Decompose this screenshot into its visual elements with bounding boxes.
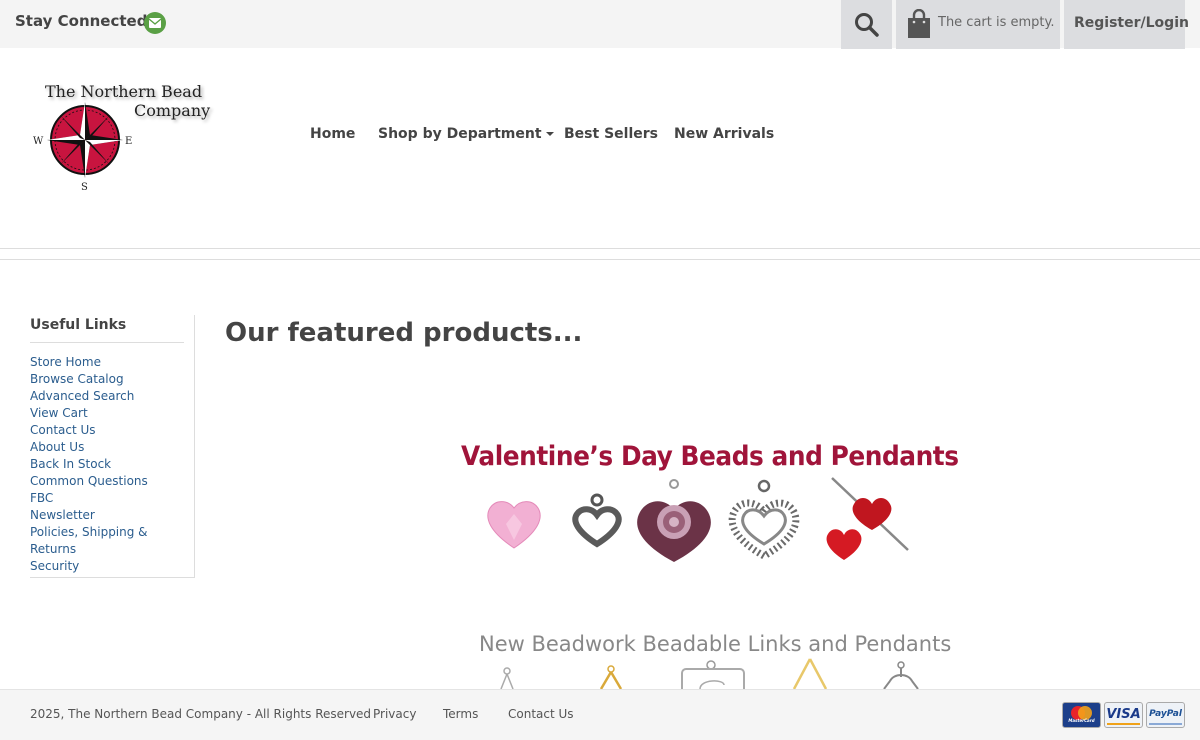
paypal-icon: PayPal	[1146, 702, 1185, 728]
link-fbc[interactable]: FBC	[30, 490, 155, 507]
link-browse-catalog[interactable]: Browse Catalog	[30, 371, 155, 388]
valentine-beads-image[interactable]	[470, 474, 920, 566]
compass-s: S	[81, 182, 88, 192]
page-title: Our featured products...	[225, 318, 583, 348]
useful-links-list: Store Home Browse Catalog Advanced Searc…	[30, 354, 194, 575]
link-common-questions[interactable]: Common Questions	[30, 473, 155, 490]
cart-button[interactable]: The cart is empty.	[896, 0, 1060, 49]
compass-w: W	[33, 136, 44, 147]
link-about-us[interactable]: About Us	[30, 439, 155, 456]
useful-links-panel: Useful Links Store Home Browse Catalog A…	[30, 315, 195, 578]
paypal-label: PayPal	[1149, 709, 1182, 719]
copyright: 2025, The Northern Bead Company - All Ri…	[30, 707, 372, 721]
useful-links-title: Useful Links	[30, 315, 184, 343]
valentine-banner-title[interactable]: Valentine’s Day Beads and Pendants	[461, 441, 959, 472]
link-advanced-search[interactable]: Advanced Search	[30, 388, 155, 405]
logo-text-line1: The Northern Bead	[45, 82, 203, 101]
link-contact-us[interactable]: Contact Us	[30, 422, 155, 439]
visa-label: VISA	[1106, 707, 1141, 722]
nav-shop-label: Shop by Department	[378, 126, 542, 142]
caret-down-icon	[545, 132, 554, 136]
cart-status: The cart is empty.	[938, 15, 1055, 30]
beadable-links-banner-title[interactable]: New Beadwork Beadable Links and Pendants	[479, 632, 951, 656]
beadable-links-image[interactable]	[480, 655, 930, 689]
search-button[interactable]	[841, 0, 892, 49]
logo-text-line2: Company	[134, 101, 211, 120]
visa-icon: VISA	[1104, 702, 1143, 728]
register-login-label: Register/Login	[1074, 15, 1189, 31]
compass-rose-icon: W E S	[33, 102, 132, 192]
link-store-home[interactable]: Store Home	[30, 354, 155, 371]
footer-link-terms[interactable]: Terms	[443, 707, 478, 721]
link-newsletter[interactable]: Newsletter	[30, 507, 155, 524]
footer-link-contact-us[interactable]: Contact Us	[508, 707, 574, 721]
link-policies-shipping-returns[interactable]: Policies, Shipping & Returns	[30, 524, 155, 558]
stay-connected-label: Stay Connected:	[15, 12, 154, 30]
header-divider	[0, 248, 1200, 249]
nav-shop-by-department[interactable]: Shop by Department	[378, 126, 554, 142]
header-divider-secondary	[0, 259, 1200, 260]
nav-home[interactable]: Home	[310, 126, 355, 142]
compass-e: E	[125, 136, 132, 147]
nav-best-sellers[interactable]: Best Sellers	[564, 126, 658, 142]
register-login-button[interactable]: Register/Login	[1064, 0, 1189, 49]
link-security[interactable]: Security	[30, 558, 155, 575]
store-logo[interactable]: W E S The Northern Bead Company	[30, 78, 210, 198]
footer: 2025, The Northern Bead Company - All Ri…	[0, 689, 1200, 740]
mastercard-icon: MasterCard	[1062, 702, 1101, 728]
footer-link-privacy[interactable]: Privacy	[373, 707, 416, 721]
link-back-in-stock[interactable]: Back In Stock	[30, 456, 155, 473]
shopping-bag-icon	[908, 9, 930, 38]
email-icon[interactable]	[144, 12, 166, 34]
mastercard-label: MasterCard	[1068, 718, 1095, 723]
nav-new-arrivals[interactable]: New Arrivals	[674, 126, 774, 142]
top-bar: Stay Connected: The cart is empty. Regis…	[0, 0, 1200, 49]
search-icon	[855, 13, 879, 37]
link-view-cart[interactable]: View Cart	[30, 405, 155, 422]
